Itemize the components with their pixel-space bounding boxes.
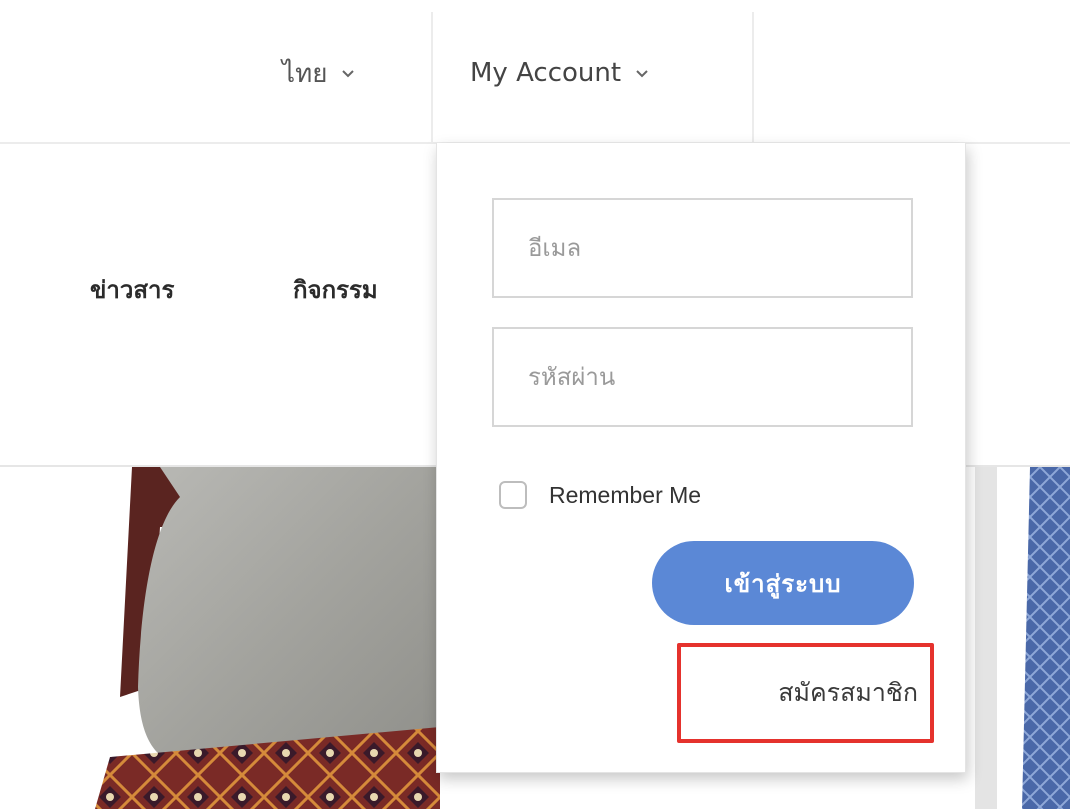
- register-link[interactable]: สมัครสมาชิก: [677, 643, 934, 743]
- nav-item-activities[interactable]: กิจกรรม: [293, 270, 378, 309]
- account-dropdown-panel: Remember Me เข้าสู่ระบบ สมัครสมาชิก: [436, 143, 966, 773]
- language-selector[interactable]: ไทย: [282, 50, 357, 96]
- register-label: สมัครสมาชิก: [778, 678, 918, 707]
- chevron-down-icon: [636, 70, 648, 78]
- topbar-separator: [431, 12, 433, 142]
- my-account-menu[interactable]: My Account: [470, 50, 651, 96]
- password-field[interactable]: [492, 327, 913, 427]
- login-button[interactable]: เข้าสู่ระบบ: [652, 541, 914, 625]
- topbar-separator: [752, 12, 754, 142]
- my-account-label: My Account: [470, 58, 622, 88]
- email-field[interactable]: [492, 198, 913, 298]
- remember-me[interactable]: Remember Me: [499, 481, 701, 509]
- remember-me-label: Remember Me: [549, 481, 702, 508]
- nav-item-news[interactable]: ข่าวสาร: [90, 270, 174, 309]
- page: ไทย My Account ข่าวสาร กิจกรรม อีเมล Rem…: [0, 0, 1070, 809]
- language-label: ไทย: [282, 58, 328, 89]
- chevron-down-icon: [342, 70, 355, 78]
- remember-me-checkbox[interactable]: [499, 481, 527, 509]
- top-bar: ไทย My Account: [0, 0, 1070, 144]
